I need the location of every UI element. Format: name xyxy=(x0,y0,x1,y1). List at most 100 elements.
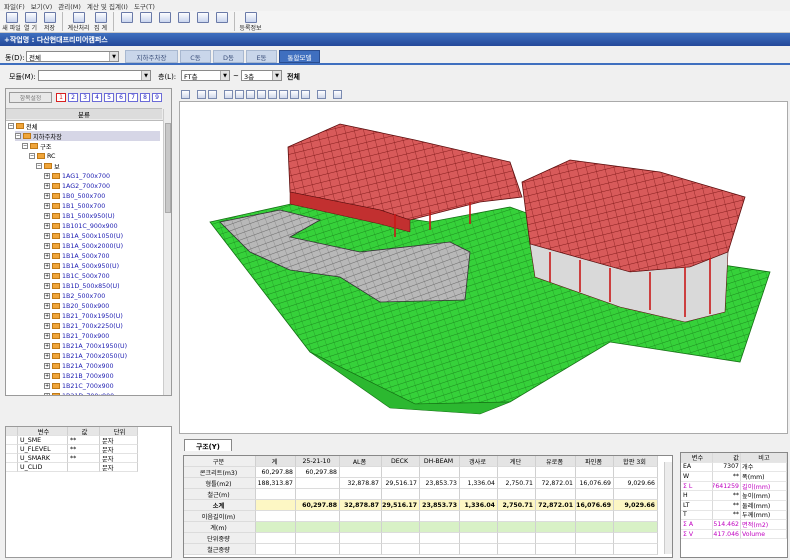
new-file-button[interactable]: 새 파일 xyxy=(2,11,21,32)
expand-icon[interactable]: + xyxy=(44,203,50,209)
tree-leaf-item[interactable]: +1B21_700x900 xyxy=(44,331,109,341)
tree-node-root[interactable]: − 전체 xyxy=(8,121,38,131)
tree-leaf-item[interactable]: +1B21_700x1950(U) xyxy=(44,311,123,321)
tree-leaf-item[interactable]: +1B1_500x950(U) xyxy=(44,211,115,221)
quantity-row[interactable]: 계(m) xyxy=(184,522,658,533)
expand-icon[interactable]: + xyxy=(44,273,50,279)
tree-leaf-item[interactable]: +1B1C_500x700 xyxy=(44,271,110,281)
tree-leaf-item[interactable]: +1B20_500x900 xyxy=(44,301,109,311)
tree-node-structure[interactable]: − 구조 xyxy=(22,141,52,151)
level-8-button[interactable]: 8 xyxy=(140,93,150,102)
expand-icon[interactable]: + xyxy=(44,183,50,189)
expand-icon[interactable]: + xyxy=(44,193,50,199)
level-4-button[interactable]: 4 xyxy=(92,93,102,102)
tool-button-3[interactable] xyxy=(155,11,174,32)
expand-icon[interactable]: + xyxy=(44,363,50,369)
tree-leaf-item[interactable]: +1B1A_500x700 xyxy=(44,251,110,261)
expand-icon[interactable]: + xyxy=(44,233,50,239)
tree-leaf-item[interactable]: +1B1A_500x950(U) xyxy=(44,261,119,271)
scrollbar-thumb[interactable] xyxy=(165,123,171,213)
quantity-row[interactable]: 철근(m) xyxy=(184,489,658,500)
expand-icon[interactable]: + xyxy=(44,213,50,219)
tree-leaf-item[interactable]: +1B1A_500x2000(U) xyxy=(44,241,123,251)
tree-leaf-item[interactable]: +1B21B_700x900 xyxy=(44,371,114,381)
tree-leaf-item[interactable]: +1B21C_700x900 xyxy=(44,381,114,391)
properties-row[interactable]: Σ A36514.462면적(m2) xyxy=(681,520,787,530)
tree-leaf-item[interactable]: +1B0_500x700 xyxy=(44,191,105,201)
view-layer-icon[interactable] xyxy=(208,89,217,99)
tree-leaf-item[interactable]: +1AG1_700x700 xyxy=(44,171,110,181)
tool-button-6[interactable] xyxy=(212,11,231,32)
expand-icon[interactable]: + xyxy=(44,323,50,329)
tab-c-building[interactable]: C동 xyxy=(180,50,211,63)
tool-button-4[interactable] xyxy=(174,11,193,32)
tree-leaf-item[interactable]: +1B2_500x700 xyxy=(44,291,105,301)
tree-leaf-item[interactable]: +1B21_700x2250(U) xyxy=(44,321,123,331)
collapse-icon[interactable]: − xyxy=(22,143,28,149)
variable-row[interactable]: U_FLEVEL ** 문자 xyxy=(6,445,171,454)
tool-button-1[interactable] xyxy=(117,11,136,32)
level-1-button[interactable]: 1 xyxy=(56,93,66,102)
view-cube-bottom-icon[interactable] xyxy=(279,89,288,99)
level-3-button[interactable]: 3 xyxy=(80,93,90,102)
expand-icon[interactable]: + xyxy=(44,303,50,309)
total-button[interactable]: 집 계 xyxy=(91,11,110,32)
expand-icon[interactable]: + xyxy=(44,333,50,339)
building-select[interactable]: 전체 ▼ xyxy=(26,51,119,62)
expand-icon[interactable]: + xyxy=(44,353,50,359)
item-settings-button[interactable]: 항목설정 xyxy=(9,92,52,103)
tab-structure[interactable]: 구조(Y) xyxy=(184,439,232,451)
expand-icon[interactable]: + xyxy=(44,383,50,389)
view-cube-right-icon[interactable] xyxy=(257,89,266,99)
tree-leaf-item[interactable]: +1B21A_700x900 xyxy=(44,361,114,371)
tree-leaf-item[interactable]: +1B21D_700x900 xyxy=(44,391,114,395)
properties-row[interactable]: EA 7307 개수 xyxy=(681,462,787,473)
menu-view[interactable]: 보기(V) xyxy=(31,1,52,11)
menu-tools[interactable]: 도구(T) xyxy=(134,1,155,11)
quantity-row[interactable]: 철근중량 xyxy=(184,544,658,555)
expand-icon[interactable]: + xyxy=(44,283,50,289)
view-cube-persp-icon[interactable] xyxy=(301,89,310,99)
level-6-button[interactable]: 6 xyxy=(116,93,126,102)
quantity-row[interactable]: 단위중량 xyxy=(184,533,658,544)
level-7-button[interactable]: 7 xyxy=(128,93,138,102)
tree-node-underground[interactable]: − 지하주차장 xyxy=(15,131,160,141)
tab-e-building[interactable]: E동 xyxy=(246,50,277,63)
variable-row[interactable]: U_SMARK ** 문자 xyxy=(6,454,171,463)
expand-icon[interactable]: + xyxy=(44,173,50,179)
tree-leaf-item[interactable]: +1AG2_700x700 xyxy=(44,181,110,191)
module-select[interactable]: ▼ xyxy=(38,70,151,81)
level-9-button[interactable]: 9 xyxy=(152,93,162,102)
collapse-icon[interactable]: − xyxy=(29,153,35,159)
expand-icon[interactable]: + xyxy=(44,223,50,229)
tree-node-rc[interactable]: − RC xyxy=(29,151,55,161)
expand-icon[interactable]: + xyxy=(44,263,50,269)
tree-scrollbar[interactable] xyxy=(163,109,171,395)
view-cube-top-icon[interactable] xyxy=(268,89,277,99)
menu-manage[interactable]: 관리(M) xyxy=(58,1,81,11)
expand-icon[interactable]: + xyxy=(44,373,50,379)
view-shade-icon[interactable] xyxy=(333,89,342,99)
tree-leaf-item[interactable]: +1B1A_500x1050(U) xyxy=(44,231,123,241)
expand-icon[interactable]: + xyxy=(44,293,50,299)
properties-row[interactable]: Σ V30417.046Volume xyxy=(681,529,787,540)
view-image-icon[interactable] xyxy=(181,89,190,99)
open-button[interactable]: 열 기 xyxy=(21,11,40,32)
view-cube-iso-icon[interactable] xyxy=(290,89,299,99)
properties-row[interactable]: H ** 높이(mm) xyxy=(681,491,787,501)
tree-leaf-item[interactable]: +1B101C_900x900 xyxy=(44,221,118,231)
tool-button-5[interactable] xyxy=(193,11,212,32)
tree-leaf-item[interactable]: +1B1D_500x850(U) xyxy=(44,281,120,291)
view-cube-left-icon[interactable] xyxy=(246,89,255,99)
variable-row[interactable]: U_CLID 문자 xyxy=(6,463,171,472)
tool-button-2[interactable] xyxy=(136,11,155,32)
collapse-icon[interactable]: − xyxy=(36,163,42,169)
menu-file[interactable]: 파일(F) xyxy=(4,1,25,11)
expand-icon[interactable]: + xyxy=(44,393,50,395)
quantity-row[interactable]: 이음길이(m) xyxy=(184,511,658,522)
properties-row[interactable]: LT ** 둘레(mm) xyxy=(681,500,787,511)
properties-row[interactable]: Σ L27641259길이(mm) xyxy=(681,481,787,492)
level-5-button[interactable]: 5 xyxy=(104,93,114,102)
3d-model-viewport[interactable] xyxy=(179,101,788,434)
view-grid-icon[interactable] xyxy=(317,89,326,99)
